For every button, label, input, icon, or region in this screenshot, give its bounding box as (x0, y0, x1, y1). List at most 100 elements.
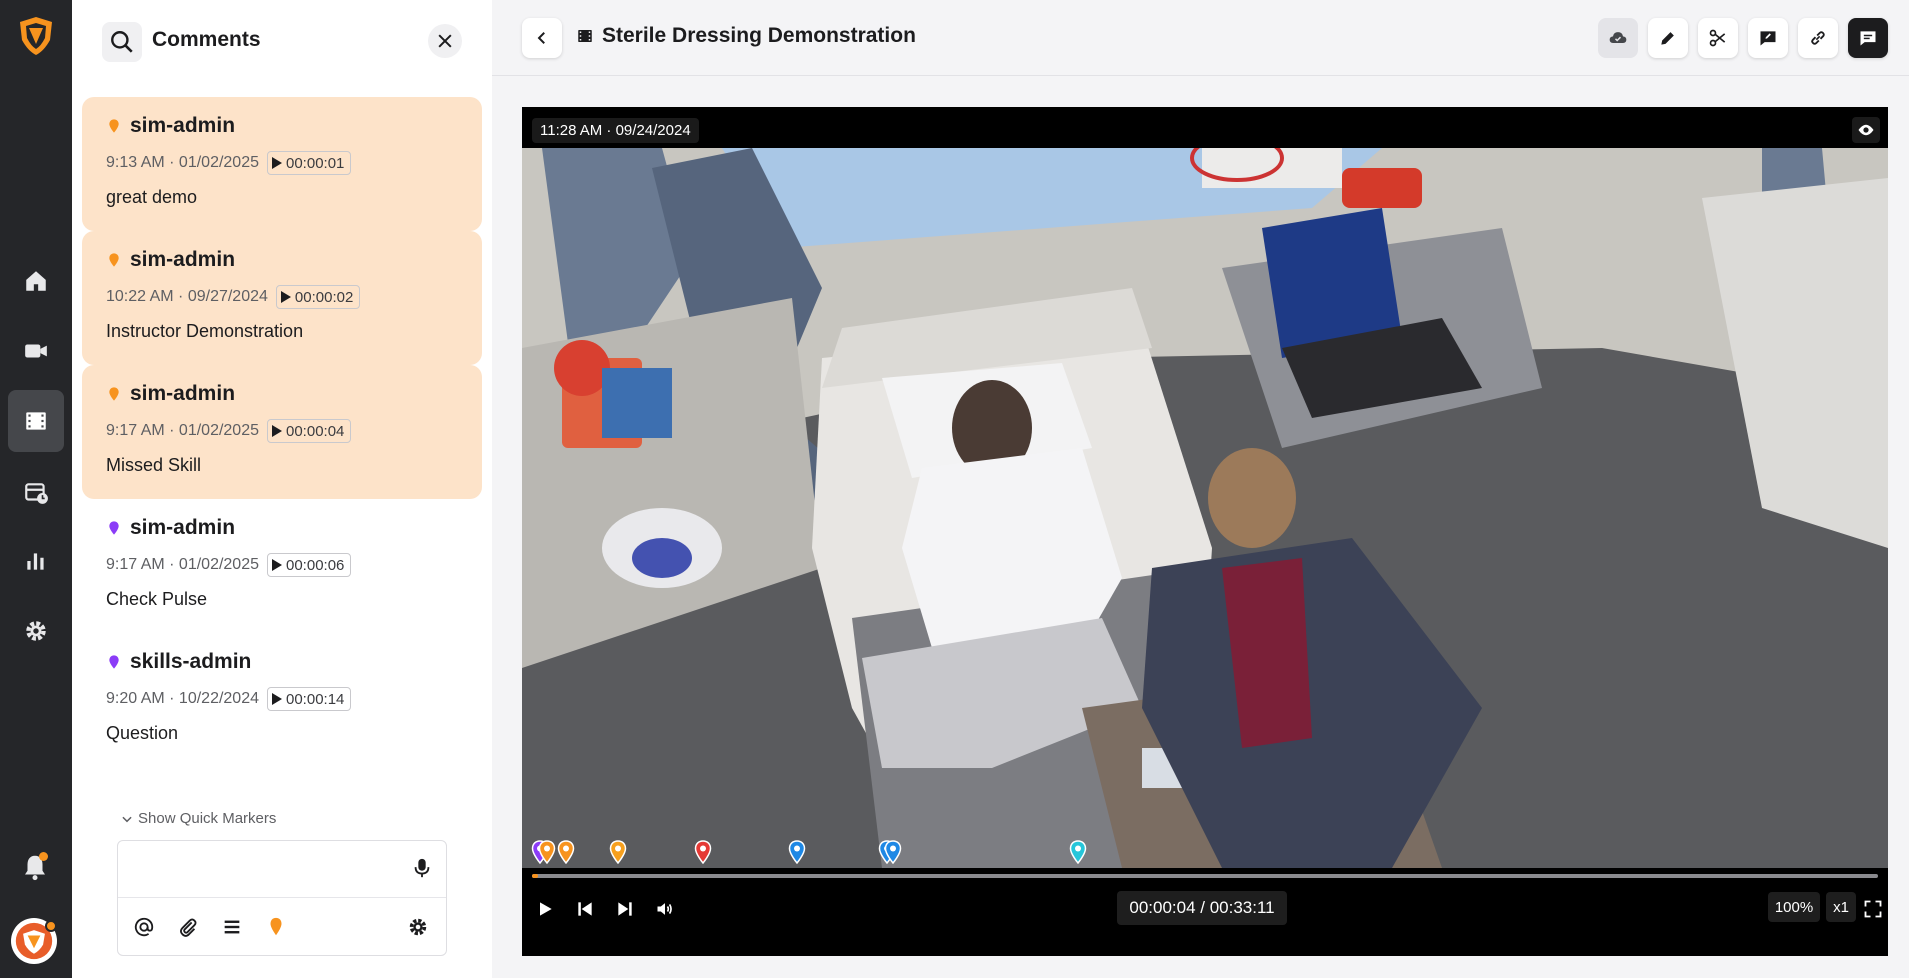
paperclip-icon (179, 918, 197, 937)
search-button[interactable] (102, 22, 142, 62)
next-button[interactable] (610, 894, 640, 924)
nav-live-cameras[interactable] (8, 320, 64, 382)
comment-timestamp-button[interactable]: 00:00:02 (275, 285, 361, 309)
comment-input[interactable] (128, 851, 388, 885)
comment-text: Question (106, 723, 179, 743)
comment-timestamp-button[interactable]: 00:00:01 (267, 151, 352, 175)
comment-meta: 9:17 AM · 01/02/2025 00:00:06 (106, 553, 458, 577)
eye-icon (1858, 124, 1874, 136)
comment-item[interactable]: sim-admin 9:13 AM · 01/02/2025 00:00:01 gre… (82, 97, 482, 231)
attach-button[interactable] (170, 909, 206, 945)
comment-meta: 9:20 AM · 10/22/2024 00:00:14 (106, 687, 458, 711)
comment-text: Missed Skill (106, 455, 202, 475)
visibility-button[interactable] (1852, 117, 1880, 143)
cloud-sync-button[interactable] (1598, 18, 1638, 58)
location-pin-icon (270, 917, 282, 936)
comment-meta: 10:22 AM · 09/27/2024 00:00:02 (106, 285, 458, 309)
nav-schedule[interactable] (8, 462, 64, 524)
fullscreen-button[interactable] (1858, 894, 1888, 924)
clip-button[interactable] (1698, 18, 1738, 58)
notifications-button[interactable] (20, 852, 50, 882)
comment-timestamp-button[interactable]: 00:00:14 (267, 687, 352, 711)
volume-button[interactable] (650, 894, 680, 924)
close-comments-button[interactable] (428, 24, 462, 58)
show-quick-markers-toggle[interactable]: Show Quick Markers (120, 810, 276, 827)
comments-list: sim-admin 9:13 AM · 01/02/2025 00:00:01 gre… (82, 97, 482, 767)
location-pin-icon (109, 521, 119, 535)
comment-timestamp: 00:00:06 (286, 556, 345, 574)
timeline-marker[interactable] (609, 840, 627, 865)
video-player[interactable]: 11:28 AM · 09/24/2024 00:00:04 / 00:33:1… (522, 107, 1888, 956)
playback-speed[interactable]: x1 (1826, 892, 1856, 922)
recordings-icon (26, 412, 46, 430)
edit-button[interactable] (1648, 18, 1688, 58)
nav-settings[interactable] (8, 600, 64, 662)
quick-markers-label: Show Quick Markers (138, 810, 277, 827)
scissors-icon (1709, 29, 1726, 47)
avatar-status-dot (45, 920, 57, 932)
comment-author: sim-admin (106, 245, 458, 275)
comment-timestamp-button[interactable]: 00:00:04 (267, 419, 352, 443)
page-title: Sterile Dressing Demonstration (576, 24, 916, 48)
link-icon (1811, 31, 1825, 45)
comment-date: 9:13 AM · 01/02/2025 (106, 154, 259, 171)
volume-icon (657, 903, 672, 915)
player-controls: 00:00:04 / 00:33:11 100% x1 (522, 840, 1888, 956)
comments-toggle-button[interactable] (1848, 18, 1888, 58)
timeline-marker[interactable] (788, 840, 806, 865)
play-button[interactable] (530, 894, 560, 924)
comments-title: Comments (152, 28, 261, 51)
format-list-button[interactable] (214, 909, 250, 945)
home-icon (26, 271, 46, 291)
comment-item[interactable]: sim-admin 9:17 AM · 01/02/2025 00:00:06 Che… (82, 499, 482, 633)
microphone-icon (414, 858, 430, 878)
schedule-icon (25, 483, 48, 504)
mention-button[interactable] (126, 909, 162, 945)
previous-button[interactable] (570, 894, 600, 924)
app-logo[interactable] (14, 14, 58, 58)
composer-settings-button[interactable] (400, 909, 436, 945)
timeline-marker[interactable] (884, 840, 902, 865)
comment-timestamp-button[interactable]: 00:00:06 (267, 553, 352, 577)
video-frame-image (522, 148, 1888, 868)
comment-item[interactable]: skills-admin 9:20 AM · 10/22/2024 00:00:14… (82, 633, 482, 767)
timeline-marker[interactable] (557, 840, 575, 865)
voice-input-button[interactable] (408, 853, 436, 883)
comment-user: sim-admin (130, 114, 236, 137)
progress-bar[interactable] (531, 840, 1878, 878)
comment-date: 10:22 AM · 09/27/2024 (106, 288, 268, 305)
skip-forward-icon (618, 902, 632, 916)
comment-item[interactable]: sim-admin 9:17 AM · 01/02/2025 00:00:04 Mis… (82, 365, 482, 499)
timeline-marker[interactable] (1069, 840, 1087, 865)
comment-user: sim-admin (130, 516, 236, 539)
timeline-marker[interactable] (694, 840, 712, 865)
marker-pin-icon (884, 840, 901, 865)
marker-pin-icon (557, 840, 574, 865)
comment-author: skills-admin (106, 647, 458, 677)
comment-timestamp: 00:00:02 (294, 288, 354, 306)
back-button[interactable] (522, 18, 562, 58)
timeline-marker[interactable] (538, 840, 556, 865)
nav-recordings[interactable] (8, 390, 64, 452)
marker-pin-icon (538, 840, 556, 865)
comment-text: Instructor Demonstration (106, 321, 304, 341)
comment-author: sim-admin (106, 513, 458, 543)
top-bar: Sterile Dressing Demonstration (492, 0, 1909, 76)
user-avatar[interactable] (11, 918, 57, 964)
gear-icon (26, 621, 46, 641)
play-icon (272, 693, 282, 705)
share-link-button[interactable] (1798, 18, 1838, 58)
marker-pin-icon (1070, 840, 1087, 865)
comment-timestamp: 00:00:01 (286, 154, 345, 172)
gear-icon (409, 918, 427, 936)
zoom-level[interactable]: 100% (1768, 892, 1820, 922)
nav-home[interactable] (8, 250, 64, 312)
comment-item[interactable]: sim-admin 10:22 AM · 09/27/2024 00:00:02 In… (82, 231, 482, 365)
nav-analytics[interactable] (8, 530, 64, 592)
nav-rail (0, 0, 72, 978)
film-icon (578, 30, 592, 42)
annotate-button[interactable] (1748, 18, 1788, 58)
comment-text: great demo (106, 187, 198, 207)
comment-meta: 9:13 AM · 01/02/2025 00:00:01 (106, 151, 458, 175)
marker-color-button[interactable] (258, 909, 294, 945)
